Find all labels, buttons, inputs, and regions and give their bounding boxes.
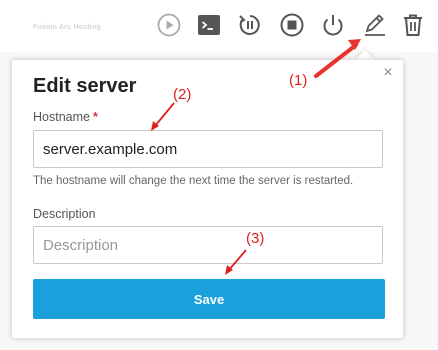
required-marker: * bbox=[92, 110, 98, 124]
description-label: Description bbox=[33, 207, 96, 221]
close-icon[interactable]: × bbox=[379, 64, 397, 82]
power-icon[interactable] bbox=[320, 12, 346, 38]
hostname-label: Hostname * bbox=[33, 110, 98, 124]
rebuild-icon[interactable] bbox=[237, 12, 263, 38]
stop-icon[interactable] bbox=[279, 12, 305, 38]
dialog-title: Edit server bbox=[33, 75, 137, 97]
annotation-step2: (2) bbox=[173, 86, 192, 103]
server-toolbar: Fusion Arc Hosting bbox=[0, 0, 438, 52]
brand-logo-text: Fusion Arc Hosting bbox=[33, 24, 101, 31]
screenshot-frame: Fusion Arc Hosting × Edit server Hostnam… bbox=[0, 0, 438, 350]
console-icon[interactable] bbox=[196, 12, 222, 38]
annotation-step1: (1) bbox=[289, 72, 308, 89]
edit-pencil-icon[interactable] bbox=[362, 12, 388, 38]
hostname-label-text: Hostname bbox=[33, 110, 90, 124]
annotation-step3: (3) bbox=[246, 230, 265, 247]
hostname-help-text: The hostname will change the next time t… bbox=[33, 175, 354, 187]
save-button[interactable]: Save bbox=[33, 279, 385, 319]
play-icon[interactable] bbox=[156, 12, 182, 38]
hostname-input[interactable] bbox=[33, 130, 383, 168]
description-input[interactable] bbox=[33, 226, 383, 264]
trash-icon[interactable] bbox=[400, 12, 426, 38]
